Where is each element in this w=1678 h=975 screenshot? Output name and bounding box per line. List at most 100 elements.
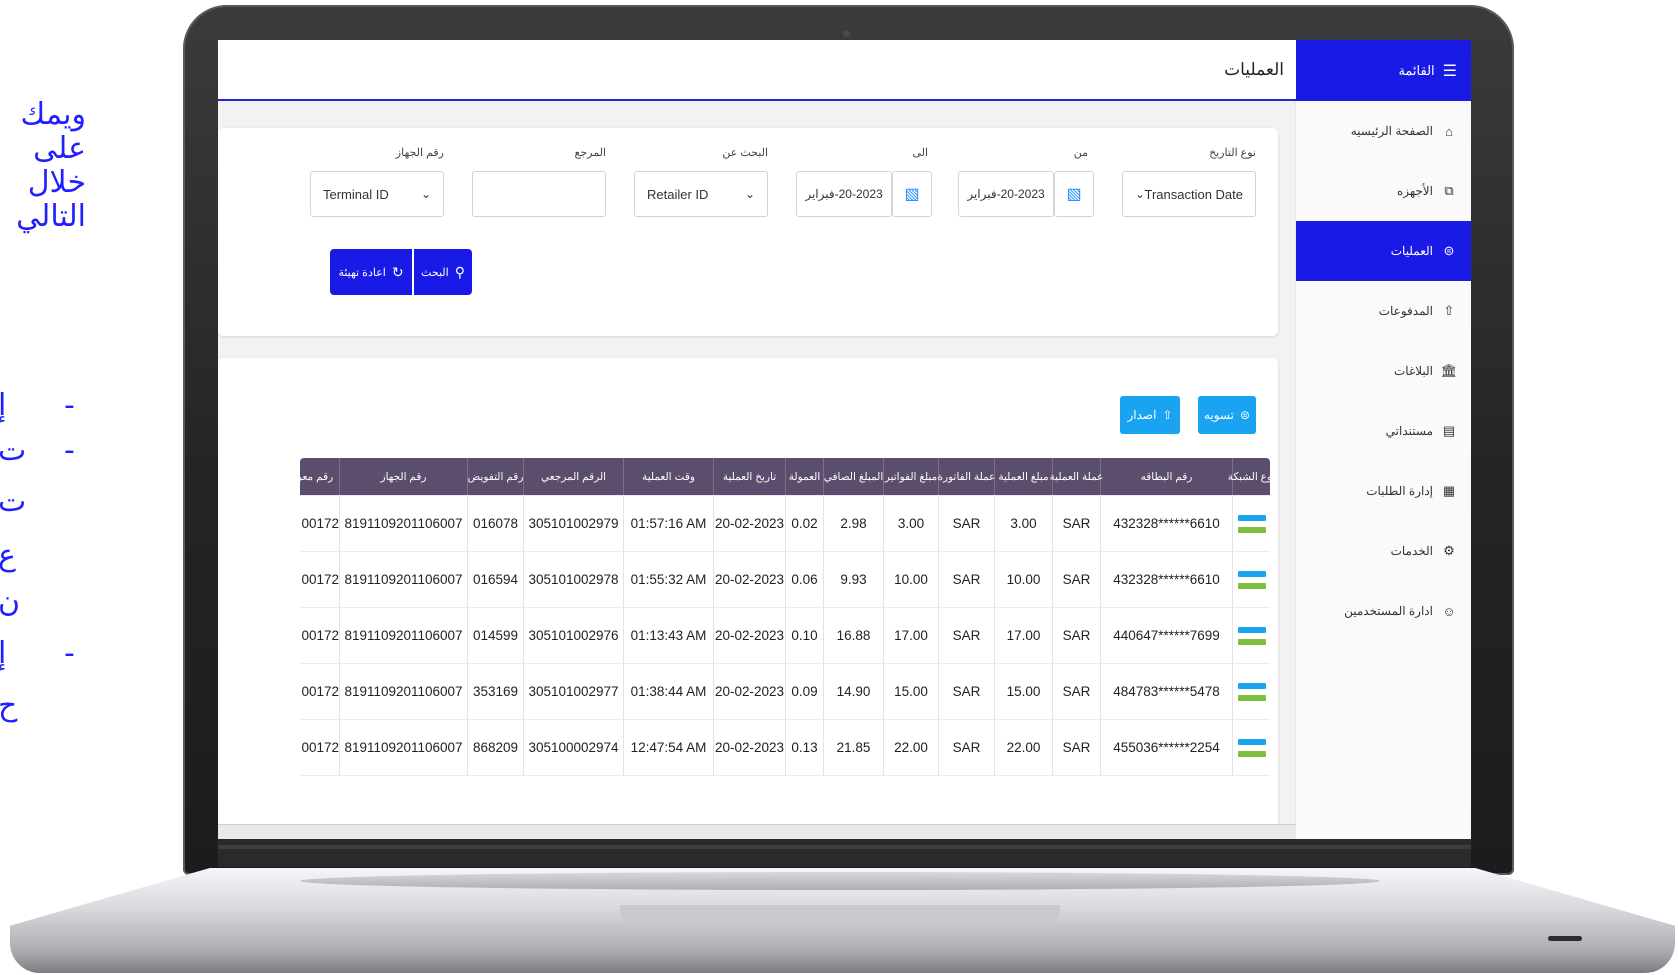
slide-bullet-text: إ <box>0 388 7 423</box>
sidebar-item-label: الأجهزه <box>1396 184 1433 198</box>
table-cell: 9.93 <box>823 552 883 607</box>
sidebar-item-label: العمليات <box>1390 244 1433 258</box>
table-header-row: نوع الشبكةرقم البطاقهعملة العمليةمبلغ ال… <box>300 458 1270 496</box>
to-label: الى <box>912 147 928 159</box>
table-cell: SAR <box>1052 720 1100 775</box>
to-date-field[interactable]: 20-2023-فبراير <box>796 171 892 217</box>
column-header[interactable]: الرقم المرجعي <box>523 458 623 495</box>
search-by-select[interactable]: Retailer ID ⌄ <box>634 171 768 217</box>
column-header[interactable]: مبلغ الفواتير <box>883 458 938 495</box>
column-header[interactable]: المبلغ الصافي <box>823 458 883 495</box>
table-cell: SAR <box>938 664 994 719</box>
chevron-down-icon: ⌄ <box>1135 187 1146 201</box>
bank-icon: 🏛 <box>1440 363 1458 378</box>
sidebar-item[interactable]: ⇧ المدفوعات <box>1296 281 1471 341</box>
table-cell: 0.02 <box>785 496 823 551</box>
table-cell: 12:47:54 AM <box>623 720 713 775</box>
laptop-keyboard-edge <box>300 872 1380 890</box>
table-cell: 00172 <box>300 496 339 551</box>
menu-icon[interactable]: ☰ <box>1443 61 1457 81</box>
sidebar-item-label: الخدمات <box>1390 544 1433 558</box>
table-cell: 20-02-2023 <box>713 608 785 663</box>
column-header[interactable]: رقم التفويض <box>467 458 523 495</box>
sidebar-item[interactable]: ▦ إدارة الطلبات <box>1296 461 1471 521</box>
table-cell: 14.90 <box>823 664 883 719</box>
sidebar-item-label: الصفحة الرئيسيه <box>1350 124 1433 138</box>
table-cell: SAR <box>938 496 994 551</box>
settle-button[interactable]: ⊜ تسويه <box>1198 396 1256 434</box>
table-cell: 0.10 <box>785 608 823 663</box>
sidebar-menu-header[interactable]: ☰ القائمة <box>1296 40 1471 101</box>
exchange-icon: ⊜ <box>1239 408 1251 422</box>
column-header[interactable]: العمولة <box>785 458 823 495</box>
table-row[interactable]: 484783******5478 SAR 15.00 SAR 15.00 14.90 0.0… <box>300 664 1270 720</box>
slide-bullet-dash: - <box>64 433 75 468</box>
gear-icon: ⚙ <box>1443 543 1455 558</box>
slide-line: التالي <box>16 199 86 234</box>
table-cell: 01:38:44 AM <box>623 664 713 719</box>
chevron-down-icon: ⌄ <box>420 187 431 201</box>
table-cell: 00172 <box>300 608 339 663</box>
date-type-label: نوع التاريخ <box>1209 147 1256 159</box>
column-header[interactable]: وقت العملية <box>623 458 713 495</box>
column-header[interactable]: عملة العملية <box>1050 458 1103 495</box>
calendar-icon[interactable]: ▧ <box>1054 171 1094 217</box>
column-header[interactable]: رقم معرف <box>300 458 339 495</box>
slide-bullets: إ-ت-تعنإ-ح <box>0 388 86 768</box>
sidebar-item[interactable]: ⊜ العمليات <box>1296 221 1471 281</box>
column-header[interactable]: عملة الفاتورة <box>938 458 995 495</box>
table-cell: SAR <box>938 552 994 607</box>
table-cell: 2.98 <box>823 496 883 551</box>
home-icon: ⌂ <box>1445 123 1453 139</box>
reset-button[interactable]: ↻ اعادة تهيئة <box>330 249 412 295</box>
table-row[interactable]: 440647******7699 SAR 17.00 SAR 17.00 16.88 0.1… <box>300 608 1270 664</box>
export-button[interactable]: ⇧ اصدار <box>1120 396 1180 434</box>
network-logo-icon <box>1232 720 1270 775</box>
table-cell: 8191109201106007 <box>339 664 467 719</box>
table-cell: 305100002974 <box>523 720 623 775</box>
column-header[interactable]: مبلغ العملية <box>994 458 1052 495</box>
sidebar: ☰ القائمة ⌂ الصفحة الرئيسيه ⧉ الأجهزه ⊜ العمل… <box>1295 40 1471 839</box>
sidebar-item-label: مستنداتي <box>1385 424 1433 438</box>
table-cell: 20-02-2023 <box>713 496 785 551</box>
table-cell: 8191109201106007 <box>339 608 467 663</box>
table-row[interactable]: 455036******2254 SAR 22.00 SAR 22.00 21.85 0.1… <box>300 720 1270 776</box>
calendar-icon[interactable]: ▧ <box>892 171 932 217</box>
reference-input[interactable] <box>472 171 606 217</box>
camera-icon <box>843 30 850 37</box>
slide-bullet-text: إ <box>0 636 7 671</box>
main-content: العمليات نوع التاريخ Transaction Date ⌄ … <box>218 40 1296 839</box>
date-type-select[interactable]: Transaction Date ⌄ <box>1122 171 1256 217</box>
table-row[interactable]: 432328******6610 SAR 10.00 SAR 10.00 9.93 0.06… <box>300 552 1270 608</box>
table-cell: 00172 <box>300 664 339 719</box>
table-cell: 10.00 <box>883 552 938 607</box>
transactions-table: نوع الشبكةرقم البطاقهعملة العمليةمبلغ ال… <box>300 458 1270 839</box>
terminal-select[interactable]: Terminal ID ⌄ <box>310 171 444 217</box>
sidebar-item[interactable]: ⧉ الأجهزه <box>1296 161 1471 221</box>
table-cell: 305101002978 <box>523 552 623 607</box>
table-cell: 305101002976 <box>523 608 623 663</box>
upload-icon: ⇧ <box>1162 408 1173 422</box>
table-row[interactable]: 432328******6610 SAR 3.00 SAR 3.00 2.98 0.02 20… <box>300 496 1270 552</box>
sidebar-item[interactable]: ☺ ادارة المستخدمين <box>1296 581 1471 641</box>
slide-line: على <box>33 131 86 166</box>
table-cell: 484783******5478 <box>1100 664 1232 719</box>
column-header[interactable]: رقم الجهاز <box>339 458 467 495</box>
sidebar-item[interactable]: 🏛 البلاغات <box>1296 341 1471 401</box>
table-cell: SAR <box>1052 496 1100 551</box>
devices-icon: ⧉ <box>1444 183 1454 198</box>
sidebar-item[interactable]: ⌂ الصفحة الرئيسيه <box>1296 101 1471 161</box>
column-header[interactable]: نوع الشبكة <box>1228 458 1270 495</box>
table-cell: 3.00 <box>994 496 1052 551</box>
column-header[interactable]: رقم البطاقه <box>1100 458 1232 495</box>
sidebar-item[interactable]: ⚙ الخدمات <box>1296 521 1471 581</box>
sidebar-item[interactable]: ▤ مستنداتي <box>1296 401 1471 461</box>
search-button[interactable]: ⚲ البحث <box>414 249 472 295</box>
table-cell: 20-02-2023 <box>713 664 785 719</box>
table-cell: 868209 <box>467 720 523 775</box>
column-header[interactable]: تاريخ العملية <box>713 458 785 495</box>
page-header: العمليات <box>218 40 1296 101</box>
search-icon: ⚲ <box>454 263 465 280</box>
table-cell: 8191109201106007 <box>339 720 467 775</box>
from-date-field[interactable]: 20-2023-فبراير <box>958 171 1054 217</box>
